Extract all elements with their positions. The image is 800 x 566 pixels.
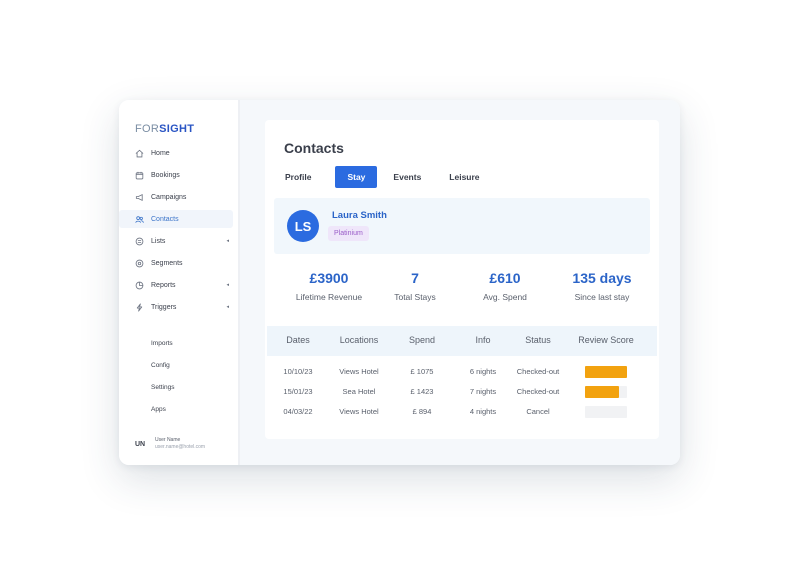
cell-status: Cancel [526, 407, 550, 416]
sidebar-item-lists[interactable]: Lists ◂ [119, 232, 233, 250]
cell-status: Checked-out [516, 387, 560, 396]
sidebar-item-home[interactable]: Home [119, 144, 233, 162]
page-title: Contacts [284, 140, 344, 156]
column-header[interactable]: Locations [340, 335, 379, 345]
stats-row: £3900 Lifetime Revenue 7 Total Stays £61… [265, 270, 659, 310]
calendar-icon [135, 171, 144, 180]
sidebar-item-campaigns[interactable]: Campaigns [119, 188, 233, 206]
cell-spend: £ 1075 [410, 367, 434, 376]
sidebar-item-settings[interactable]: Settings [151, 384, 175, 395]
column-header[interactable]: Review Score [578, 335, 634, 345]
stat-lifetime-revenue: £3900 Lifetime Revenue [295, 270, 363, 302]
stays-table: Dates Locations Spend Info Status Review… [267, 326, 657, 418]
user-email: user.name@hotel.com [155, 444, 206, 450]
cell-date: 04/03/22 [283, 407, 313, 416]
brand-logo: FORSIGHT [135, 123, 195, 135]
sidebar-item-segments[interactable]: Segments [119, 254, 233, 272]
column-header[interactable]: Spend [409, 335, 435, 345]
chevron-left-icon: ◂ [226, 282, 229, 288]
bolt-icon [135, 302, 144, 312]
user-name: User Name [155, 437, 181, 443]
sidebar-item-contacts[interactable]: Contacts [119, 210, 233, 228]
cell-location: Sea Hotel [342, 387, 376, 396]
sidebar-item-bookings[interactable]: Bookings [119, 166, 233, 184]
app-window: FORSIGHT Home Bookings Campaigns Contact… [119, 100, 680, 465]
tab-leisure[interactable]: Leisure [449, 166, 479, 188]
sidebar-nav: Home Bookings Campaigns Contacts Lists ◂… [119, 144, 233, 320]
reports-icon [135, 281, 144, 290]
tier-badge: Platinium [328, 226, 369, 241]
sidebar-item-apps[interactable]: Apps [151, 406, 175, 417]
contact-header: LS Laura Smith Platinium [274, 198, 650, 254]
megaphone-icon [135, 193, 144, 202]
table-row[interactable]: 15/01/23 Sea Hotel £ 1423 7 nights Checked-o… [267, 386, 657, 400]
table-row[interactable]: 04/03/22 Views Hotel £ 894 4 nights Cancel [267, 406, 657, 420]
home-icon [135, 149, 144, 158]
main-content: Contacts Profile Stay Events Leisure LS … [240, 100, 680, 465]
column-header[interactable]: Info [475, 335, 490, 345]
chevron-left-icon: ◂ [226, 304, 229, 310]
stat-avg-spend: £610 Avg. Spend [483, 270, 527, 302]
sidebar: FORSIGHT Home Bookings Campaigns Contact… [119, 100, 240, 465]
sidebar-item-reports[interactable]: Reports ◂ [119, 276, 233, 294]
tab-bar: Profile Stay Events Leisure [285, 166, 508, 188]
contact-name[interactable]: Laura Smith [332, 210, 387, 221]
review-score-fill [585, 366, 627, 378]
secondary-nav: Imports Config Settings Apps [151, 340, 175, 428]
column-header[interactable]: Dates [286, 335, 310, 345]
review-score-bar [585, 386, 627, 398]
review-score-bar [585, 406, 627, 418]
segments-icon [135, 259, 144, 268]
cell-info: 6 nights [469, 367, 497, 376]
cell-spend: £ 1423 [410, 387, 434, 396]
review-score-bar [585, 366, 627, 378]
cell-location: Views Hotel [339, 367, 379, 376]
sidebar-item-triggers[interactable]: Triggers ◂ [119, 298, 233, 316]
cell-location: Views Hotel [339, 407, 379, 416]
sidebar-item-config[interactable]: Config [151, 362, 175, 373]
cell-status: Checked-out [516, 367, 560, 376]
tab-stay[interactable]: Stay [335, 166, 378, 188]
table-header: Dates Locations Spend Info Status Review… [267, 326, 657, 356]
cell-info: 4 nights [469, 407, 497, 416]
cell-spend: £ 894 [412, 407, 432, 416]
cell-info: 7 nights [469, 387, 497, 396]
user-menu[interactable]: UN User Name user.name@hotel.com [135, 437, 205, 451]
list-icon [135, 237, 144, 246]
stat-since-last-stay: 135 days Since last stay [572, 270, 632, 302]
table-row[interactable]: 10/10/23 Views Hotel £ 1075 6 nights Checked… [267, 366, 657, 380]
avatar: UN [135, 440, 146, 448]
tab-events[interactable]: Events [393, 166, 421, 188]
contact-card: Contacts Profile Stay Events Leisure LS … [265, 120, 659, 439]
review-score-fill [585, 386, 619, 398]
users-icon [135, 215, 144, 224]
chevron-left-icon: ◂ [226, 238, 229, 244]
contact-avatar: LS [287, 210, 319, 242]
tab-profile[interactable]: Profile [285, 166, 311, 188]
column-header[interactable]: Status [525, 335, 551, 345]
sidebar-item-imports[interactable]: Imports [151, 340, 175, 351]
stat-total-stays: 7 Total Stays [394, 270, 436, 302]
cell-date: 15/01/23 [283, 387, 313, 396]
cell-date: 10/10/23 [283, 367, 313, 376]
